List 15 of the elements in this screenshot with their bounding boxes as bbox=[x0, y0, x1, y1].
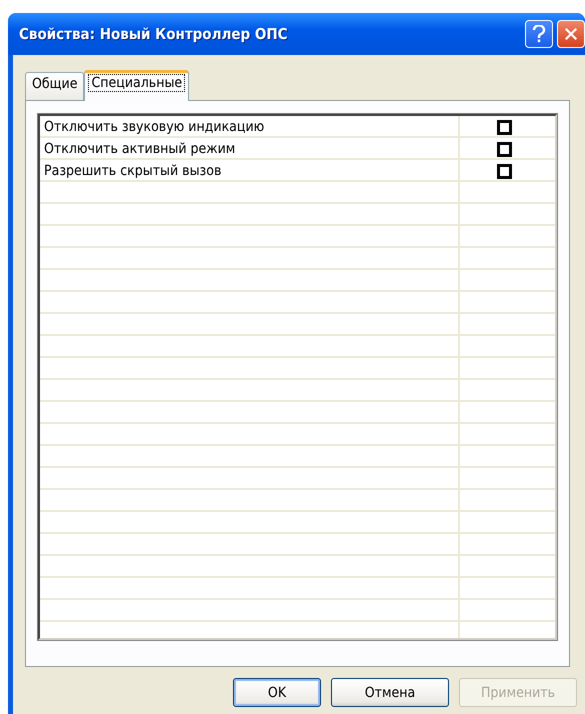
option-label: Отключить звуковую индикацию bbox=[43, 119, 266, 135]
help-button[interactable] bbox=[525, 20, 553, 48]
help-icon bbox=[532, 25, 546, 43]
checkbox[interactable] bbox=[496, 142, 512, 156]
window-title: Свойства: Новый Контроллер ОПС bbox=[18, 25, 289, 43]
checkbox[interactable] bbox=[496, 120, 512, 134]
tab[interactable]: Общие bbox=[25, 72, 84, 100]
close-button[interactable] bbox=[557, 20, 585, 48]
option-label: Разрешить скрытый вызов bbox=[43, 163, 222, 179]
option-label: Отключить активный режим bbox=[43, 141, 236, 157]
checkbox[interactable] bbox=[496, 164, 512, 178]
close-icon bbox=[564, 26, 578, 42]
dialog-button[interactable]: OK bbox=[233, 678, 321, 707]
dialog-button[interactable]: Отмена bbox=[331, 678, 449, 707]
tab[interactable]: Специальные bbox=[84, 70, 190, 101]
